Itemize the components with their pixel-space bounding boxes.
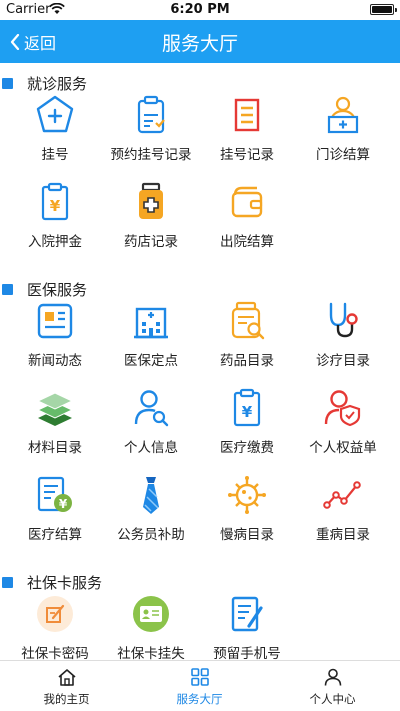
tab-service-hall[interactable]: 服务大厅 (133, 661, 266, 711)
service-item-treatment-catalog[interactable]: 诊疗目录 (293, 301, 393, 369)
grid-icon (190, 668, 209, 686)
service-item-drug-catalog[interactable]: 药品目录 (197, 301, 297, 369)
clock: 6:20 PM (170, 2, 230, 17)
service-item-pharmacy-record[interactable]: 药店记录 (101, 182, 201, 250)
tab-home[interactable]: 我的主页 (0, 661, 133, 711)
medical-settlement-icon: ¥ (37, 476, 72, 512)
drug-catalog-icon (231, 301, 265, 340)
tie-icon (143, 477, 159, 514)
service-item-news[interactable]: 新闻动态 (5, 301, 105, 369)
appointment-record-icon (137, 95, 165, 134)
card-password-icon (37, 596, 73, 632)
service-item-personal-rights[interactable]: 个人权益单 (293, 388, 393, 456)
home-icon (57, 669, 76, 686)
outpatient-settlement-icon (327, 96, 359, 134)
tab-personal-center[interactable]: 个人中心 (266, 661, 399, 711)
service-item-designated-hospital[interactable]: 医保定点 (101, 301, 201, 369)
tab-bar: 我的主页 服务大厅 个人中心 (0, 660, 400, 710)
service-item-personal-info[interactable]: 个人信息 (101, 388, 201, 456)
section-marker (2, 284, 13, 295)
person-icon (324, 668, 341, 686)
service-item-civil-servant-subsidy[interactable]: 公务员补助 (101, 475, 201, 543)
svg-text:¥: ¥ (242, 403, 253, 421)
svg-text:¥: ¥ (59, 497, 68, 511)
service-item-register-record[interactable]: 挂号记录 (197, 95, 297, 163)
service-item-register[interactable]: 挂号 (5, 95, 105, 163)
medical-payment-icon: ¥ (233, 388, 261, 427)
section-title-social-card: 社保卡服务 (0, 572, 102, 593)
service-item-medical-payment[interactable]: ¥ 医疗缴费 (197, 388, 297, 456)
service-item-discharge-settlement[interactable]: 出院结算 (197, 182, 297, 250)
virus-icon (228, 476, 266, 514)
nav-bar: 返回 服务大厅 (0, 20, 400, 63)
stethoscope-icon (329, 302, 358, 338)
service-item-appointment-record[interactable]: 预约挂号记录 (101, 95, 201, 163)
page-title: 服务大厅 (161, 33, 238, 55)
service-item-medical-settlement[interactable]: ¥ 医疗结算 (5, 475, 105, 543)
service-item-outpatient-settlement[interactable]: 门诊结算 (293, 95, 393, 163)
service-item-reserved-phone[interactable]: 预留手机号 (197, 594, 297, 660)
status-bar: Carrier 6:20 PM (0, 0, 400, 20)
service-item-card-password[interactable]: 社保卡密码 (5, 594, 105, 660)
register-icon (36, 95, 74, 133)
pharmacy-record-icon (139, 182, 163, 219)
person-shield-icon (324, 390, 361, 427)
service-item-serious-disease[interactable]: 重病目录 (293, 475, 393, 543)
service-item-chronic-disease[interactable]: 慢病目录 (197, 475, 297, 543)
discharge-settlement-icon (231, 186, 263, 218)
service-item-admission-deposit[interactable]: ¥ 入院押金 (5, 182, 105, 250)
battery-icon (370, 4, 397, 15)
svg-text:¥: ¥ (50, 197, 61, 215)
section-title-insurance: 医保服务 (0, 279, 87, 300)
hospital-icon (134, 307, 168, 339)
register-record-icon (234, 98, 260, 132)
card-loss-icon (133, 596, 169, 632)
section-marker (2, 78, 13, 89)
person-search-icon (134, 390, 169, 427)
news-icon (37, 303, 73, 339)
layers-icon (36, 392, 74, 426)
section-title-clinic: 就诊服务 (0, 73, 87, 94)
section-marker (2, 577, 13, 588)
admission-deposit-icon: ¥ (41, 182, 69, 221)
service-item-card-loss[interactable]: 社保卡挂失 (101, 594, 201, 660)
service-content: 就诊服务 挂号 预约挂号记录 挂号记录 门诊结算 ¥ 入院押金 药店记录 出院结… (0, 63, 400, 660)
service-item-material-catalog[interactable]: 材料目录 (5, 388, 105, 456)
reserved-phone-icon (231, 596, 263, 632)
trend-line-icon (323, 481, 361, 509)
